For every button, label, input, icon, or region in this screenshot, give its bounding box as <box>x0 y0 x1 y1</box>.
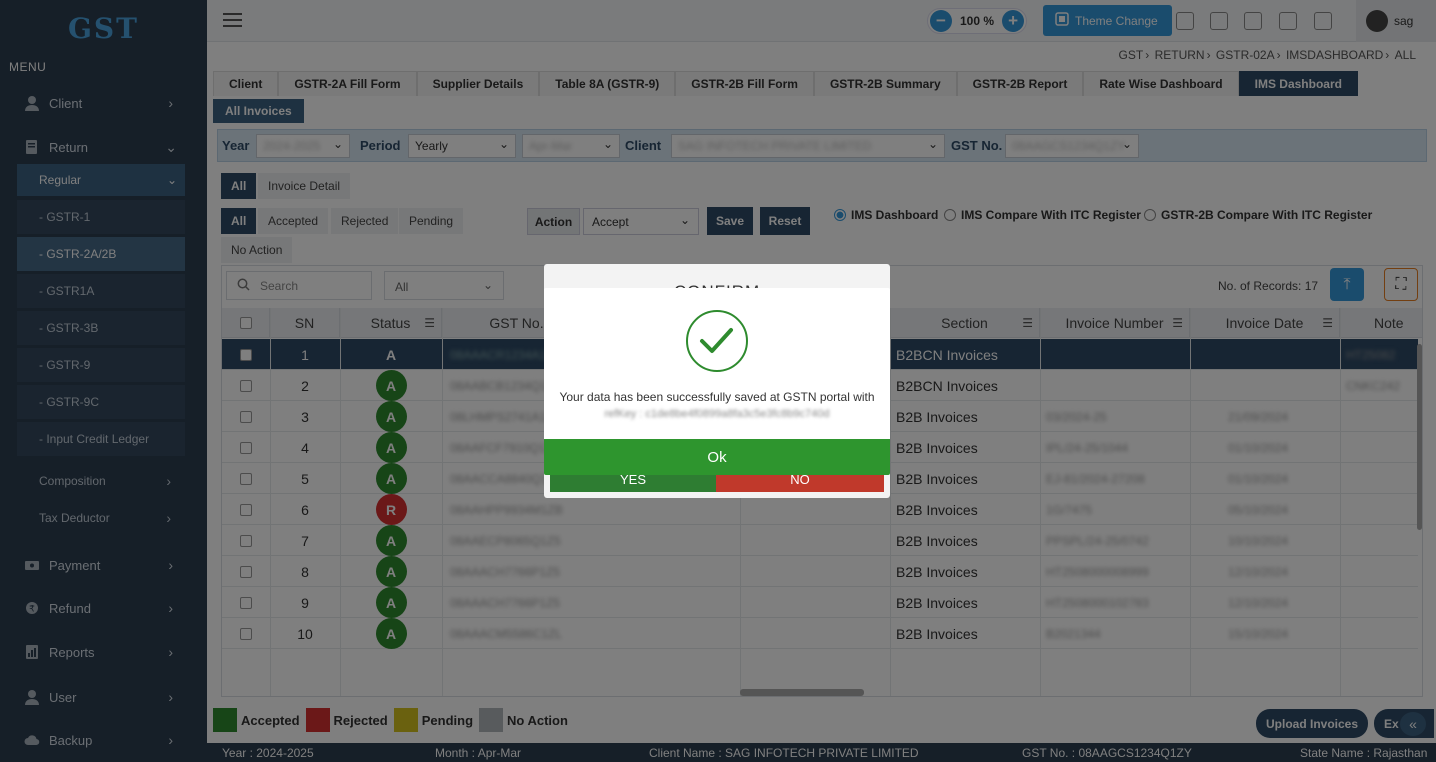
ok-button[interactable]: Ok <box>544 439 890 475</box>
success-message: Your data has been successfully saved at… <box>559 390 875 404</box>
success-check-icon <box>686 310 748 372</box>
success-dialog: Your data has been successfully saved at… <box>544 288 890 475</box>
app-root: GST MENU Client › Return ⌄ Regular ⌄ - G… <box>0 0 1436 762</box>
success-ref-key: refKey : c1de8be4f0899a8fa3c5e3fc8b9c740… <box>604 408 830 420</box>
